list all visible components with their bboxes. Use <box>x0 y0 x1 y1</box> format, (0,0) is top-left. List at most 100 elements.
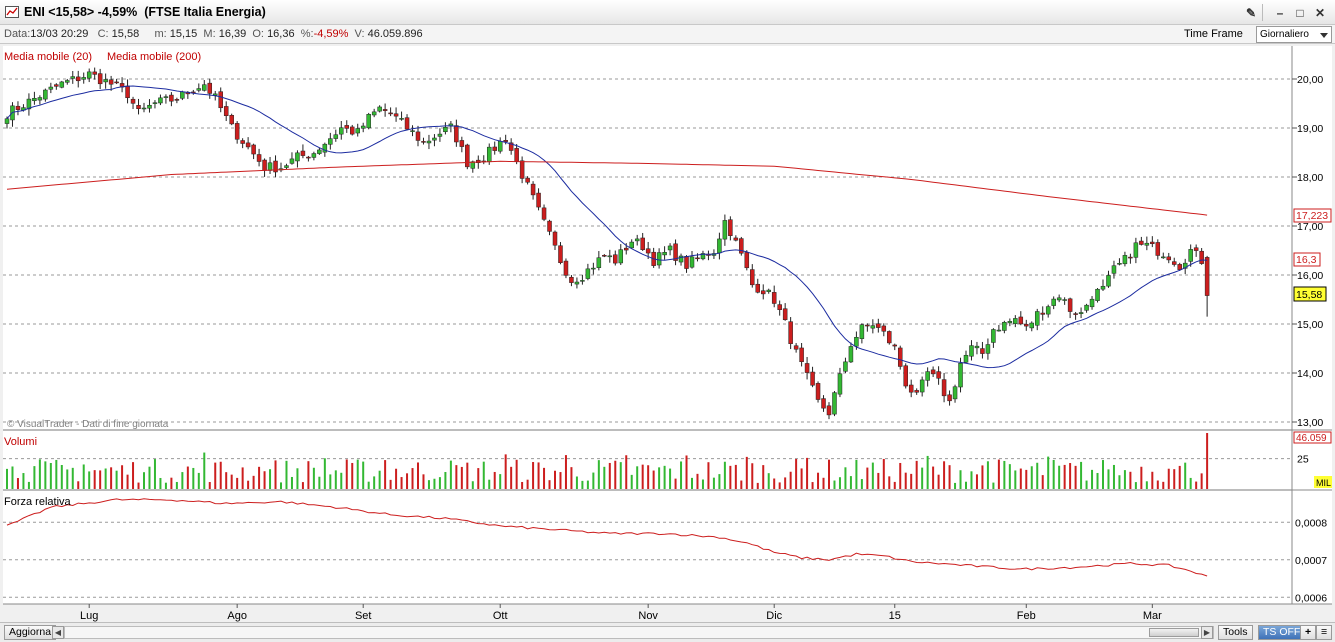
volume-bar <box>778 482 781 489</box>
candle-body <box>908 384 914 393</box>
volume-bar <box>312 467 315 489</box>
price-chart[interactable]: 20,00 19,00 18,00 17,00 16,00 15,00 14,00 13,00… <box>0 44 1335 622</box>
volume-bar <box>992 482 995 489</box>
volume-bar <box>126 474 129 489</box>
volume-bar <box>1091 469 1094 489</box>
volume-bar <box>351 462 354 489</box>
candle-body <box>70 76 76 79</box>
candle-body <box>558 245 563 263</box>
candle-body <box>881 325 887 332</box>
candle-body <box>815 383 821 400</box>
candle-body <box>930 369 936 375</box>
volume-bar <box>838 477 841 489</box>
candle-body <box>1117 262 1122 265</box>
volume-bar <box>751 463 754 489</box>
candle-body <box>919 379 925 393</box>
volume-bar <box>252 475 255 489</box>
time-scrollbar[interactable] <box>64 626 1214 639</box>
candle-body <box>1199 250 1204 264</box>
scroll-right-icon[interactable]: ▶ <box>1201 626 1213 639</box>
open-value: 16,36 <box>267 28 295 40</box>
rs-tick-label: 0,0007 <box>1295 555 1327 567</box>
volume-bar <box>197 472 200 489</box>
volume-bar <box>871 462 874 489</box>
volume-bar <box>975 474 978 489</box>
time-frame-value: Giornaliero <box>1260 29 1309 40</box>
pin-icon[interactable]: ✎ <box>1242 4 1260 21</box>
volume-bar <box>121 465 124 489</box>
volume-bar <box>899 462 902 489</box>
ts-off-button[interactable]: TS OFF <box>1258 625 1306 640</box>
volume-bar <box>521 481 524 489</box>
volume-bar <box>762 465 765 489</box>
volume-bar <box>471 481 474 489</box>
candle-body <box>256 154 262 162</box>
volume-bar <box>148 466 151 489</box>
volume-bar <box>652 470 655 489</box>
candle-body <box>459 140 465 147</box>
candle-body <box>552 231 558 246</box>
volume-bar <box>1145 481 1148 489</box>
candle-body <box>563 260 569 276</box>
candle-body <box>585 268 591 279</box>
candle-body <box>980 348 985 354</box>
volume-bar <box>564 455 567 489</box>
volume-bar <box>378 470 381 489</box>
time-frame-label: Time Frame <box>1184 28 1243 40</box>
volume-bar <box>707 462 710 489</box>
candle-body <box>695 257 700 260</box>
volume-bar <box>93 470 96 489</box>
volume-bar <box>1074 465 1077 489</box>
time-frame-select[interactable]: Giornaliero <box>1256 26 1332 43</box>
tools-button[interactable]: Tools <box>1218 625 1253 640</box>
scroll-left-icon[interactable]: ◀ <box>52 626 64 639</box>
volume-bar <box>866 467 869 489</box>
close-label: C: <box>97 28 109 40</box>
candle-body <box>618 249 624 264</box>
volume-bar <box>444 471 447 489</box>
candle-body <box>207 82 213 94</box>
candle-body <box>229 115 234 125</box>
candle-body <box>81 77 86 80</box>
scrollbar-thumb[interactable] <box>1149 628 1199 637</box>
candle-body <box>958 362 963 388</box>
volume-bar <box>247 480 250 489</box>
volume-bar <box>597 460 600 489</box>
volume-bar <box>110 467 113 489</box>
candle-body <box>640 237 645 250</box>
candle-body <box>421 141 426 143</box>
candle-body <box>914 390 919 393</box>
price-tick-label: 20,00 <box>1297 74 1323 86</box>
volume-bar <box>274 460 277 489</box>
volume-bar <box>164 482 167 489</box>
volume-bar <box>554 470 556 489</box>
candle-body <box>887 331 892 344</box>
add-icon[interactable]: + <box>1300 625 1317 640</box>
volume-bar <box>1129 471 1132 489</box>
volume-bar <box>356 459 359 489</box>
refresh-button-label: Aggiorna <box>9 626 52 638</box>
candle-body <box>837 373 843 395</box>
candle-body <box>799 347 804 363</box>
volume-bar <box>685 455 688 489</box>
volume-bar <box>932 466 935 489</box>
volume-bar <box>1195 481 1198 489</box>
menu-icon[interactable]: ≡ <box>1316 625 1333 640</box>
minimize-icon[interactable]: – <box>1271 4 1289 21</box>
candle-body <box>141 107 147 110</box>
refresh-button[interactable]: Aggiorna <box>4 625 57 640</box>
candle-body <box>1161 256 1166 259</box>
volume-bar <box>586 480 589 489</box>
volume-bar <box>280 482 282 489</box>
candle-body <box>733 237 739 241</box>
volume-bar <box>460 466 463 489</box>
volume-bar <box>269 469 272 489</box>
candle-body <box>311 153 317 158</box>
candle-body <box>251 144 256 155</box>
candle-body <box>547 220 552 232</box>
volume-bar <box>285 460 288 489</box>
chart-window-icon <box>5 6 19 18</box>
close-icon[interactable]: ✕ <box>1311 4 1329 21</box>
maximize-icon[interactable]: □ <box>1291 4 1309 21</box>
candle-body <box>317 149 322 154</box>
